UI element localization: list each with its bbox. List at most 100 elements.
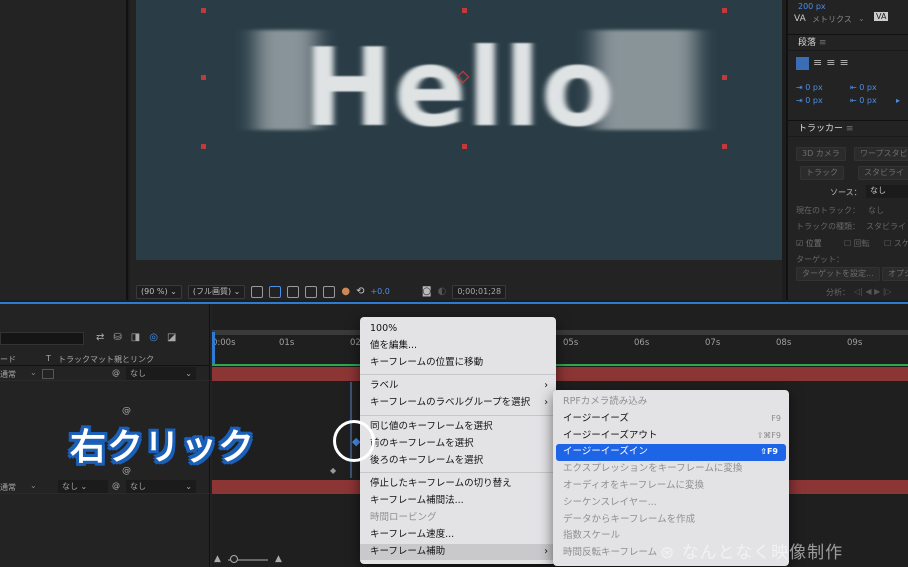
hello-text[interactable]: Hello — [303, 26, 615, 151]
color-channel-icon[interactable]: ● — [341, 286, 350, 297]
menu-item-label: オーディオをキーフレームに変換 — [563, 479, 704, 491]
menu-item: データからキーフレームを作成 — [553, 512, 789, 529]
guides-icon[interactable] — [305, 285, 318, 298]
trackmatte-header: トラックマット — [58, 355, 114, 364]
zoom-out-icon[interactable]: ▲ — [214, 554, 221, 564]
menu-item[interactable]: 停止したキーフレームの切り替え — [360, 476, 556, 493]
mask-path-icon[interactable] — [287, 285, 300, 298]
show-snapshot-icon[interactable]: ◐ — [438, 286, 447, 297]
layer2-parent-select[interactable]: なし ⌄ — [126, 480, 196, 493]
work-area-green — [212, 364, 908, 366]
layer-row-1[interactable]: 通常 ⌄ @ なし ⌄ — [0, 367, 210, 381]
leading-value[interactable]: 200 px — [798, 2, 826, 11]
layer1-bar[interactable] — [212, 367, 908, 381]
zoom-select[interactable]: (90 %) ⌄ — [136, 284, 182, 299]
scale-checkbox[interactable]: ☐ スケール — [884, 238, 908, 249]
hanging-punct-icon[interactable]: ▸ — [896, 96, 900, 105]
menu-shortcut: ⇧F9 — [760, 447, 778, 457]
stabilize-button[interactable]: スタビライ — [858, 166, 908, 180]
rotation-label: 回転 — [853, 239, 870, 248]
layer2-mode[interactable]: 通常 — [0, 482, 16, 493]
mode-header: ード — [0, 355, 16, 364]
options-button[interactable]: オプシ — [882, 267, 908, 281]
menu-item[interactable]: 同じ値のキーフレームを選択 — [360, 419, 556, 436]
current-track-value[interactable]: なし — [868, 205, 884, 216]
layer1-mode[interactable]: 通常 — [0, 369, 16, 380]
layer-row-2[interactable]: 通常 ⌄ なし ⌄ @ なし ⌄ — [0, 480, 210, 494]
position-checkbox[interactable]: ☑ 位置 — [796, 238, 822, 249]
menu-item[interactable]: 100% — [360, 321, 556, 338]
source-select[interactable]: なし — [866, 185, 908, 198]
track-type-value[interactable]: スタビライ — [866, 221, 906, 232]
align-center-icon[interactable]: ≡ — [813, 57, 822, 70]
set-target-button[interactable]: ターゲットを設定... — [796, 267, 880, 281]
highlight-circle — [333, 420, 375, 462]
paragraph-panel: 段落 ≡ ≡ ≡ ≡ ⇥ 0 px ⇤ 0 px ⇥ 0 px ⇤ 0 px ▸ — [788, 34, 908, 116]
menu-item[interactable]: キーフレーム速度... — [360, 527, 556, 544]
pickwhip-icon-2[interactable]: @ — [112, 481, 120, 490]
menu-item[interactable]: キーフレームのラベルグループを選択 › — [360, 395, 556, 412]
menu-item[interactable]: キーフレームの位置に移動 — [360, 355, 556, 372]
menu-item[interactable]: イージーイーズイン ⇧F9 — [556, 444, 786, 462]
tracker-title: トラッカー ≡ — [788, 121, 908, 137]
analyze-backward-icon[interactable]: ◁| ◀ ▶ |▷ — [854, 287, 892, 296]
menu-item[interactable]: 値を編集... — [360, 338, 556, 355]
layer2-matte-select[interactable]: なし ⌄ — [58, 480, 108, 493]
menu-item[interactable]: イージーイーズアウト ⇧⌘F9 — [553, 428, 789, 445]
exposure-reset-icon[interactable]: ⟲ — [356, 286, 364, 297]
rotation-checkbox[interactable]: ☐ 回転 — [844, 238, 870, 249]
track-button[interactable]: トラック — [800, 166, 844, 180]
zoom-in-icon[interactable]: ▲ — [275, 554, 282, 564]
transparency-grid-icon[interactable] — [269, 285, 282, 298]
justify-icon[interactable]: ≡ — [839, 57, 848, 70]
comp-flowchart-icon[interactable]: ⇄ — [96, 332, 104, 343]
region-of-interest-icon[interactable] — [251, 285, 264, 298]
layer1-parent-select[interactable]: なし ⌄ — [126, 367, 196, 380]
pickwhip-icon[interactable]: @ — [112, 368, 120, 377]
motion-blur-icon[interactable]: ◎ — [149, 332, 158, 343]
menu-item[interactable]: イージーイーズ F9 — [553, 411, 789, 428]
exposure-value[interactable]: +0.0 — [370, 287, 389, 296]
menu-item[interactable]: ラベル › — [360, 378, 556, 395]
current-time-indicator[interactable] — [212, 332, 215, 366]
menu-shortcut: ⇧⌘F9 — [756, 430, 781, 440]
menu-item[interactable]: 後ろのキーフレームを選択 — [360, 453, 556, 470]
menu-separator — [360, 414, 556, 416]
canvas-svg: Hello — [201, 8, 727, 151]
menu-item[interactable]: 前のキーフレームを選択 — [360, 436, 556, 453]
character-panel: 200 px VA メトリクス ⌄ VA — [792, 0, 908, 32]
menu-separator — [360, 472, 556, 474]
composition-canvas[interactable]: Hello — [136, 0, 782, 260]
menu-item[interactable]: キーフレーム補助 › — [360, 543, 556, 561]
kerning-value[interactable]: メトリクス — [812, 14, 852, 25]
keyframe-icon[interactable]: ◆ — [330, 466, 336, 475]
time-ruler[interactable]: 0:00s 01s 02s 03s 04s 05s 06s 07s 08s 09… — [212, 335, 908, 351]
watermark: ⊛ なんとなく映像制作 — [660, 543, 844, 563]
stopwatch-icon[interactable]: @ — [122, 406, 131, 416]
menu-item-label: キーフレーム補助 — [370, 545, 446, 557]
3d-camera-button[interactable]: 3D カメラ — [796, 147, 846, 161]
menu-item-label: ラベル — [370, 380, 399, 392]
menu-item[interactable]: キーフレーム補間法... — [360, 493, 556, 510]
align-left-icon[interactable] — [796, 57, 809, 70]
zoom-slider-handle[interactable] — [230, 555, 238, 563]
snapshot-display-icon[interactable] — [323, 285, 336, 298]
layer1-mode-dropdown-icon[interactable]: ⌄ — [30, 368, 37, 377]
indent-first[interactable]: ⇤ 0 px — [850, 83, 877, 92]
layer1-t-checkbox[interactable] — [42, 369, 54, 379]
graph-editor-icon[interactable]: ◪ — [167, 332, 176, 343]
indent-left[interactable]: ⇥ 0 px — [796, 83, 823, 92]
warp-stabilizer-button[interactable]: ワープスタビ — [854, 147, 908, 161]
resolution-select[interactable]: (フル画質) ⌄ — [187, 284, 246, 299]
timecode-display[interactable]: 0;00;01;28 — [452, 284, 507, 299]
layer2-mode-dropdown-icon[interactable]: ⌄ — [30, 481, 37, 490]
draft-3d-icon[interactable]: ⛁ — [113, 332, 121, 343]
space-after[interactable]: ⇤ 0 px — [850, 96, 877, 105]
camera-snapshot-icon[interactable]: ◙ — [422, 286, 432, 297]
align-right-icon[interactable]: ≡ — [826, 57, 835, 70]
menu-item-label: RPFカメラ読み込み — [563, 396, 648, 407]
kerning-dropdown-icon[interactable]: ⌄ — [858, 14, 865, 23]
shy-icon[interactable]: ◨ — [131, 332, 140, 343]
space-before[interactable]: ⇥ 0 px — [796, 96, 823, 105]
layer-search-input[interactable] — [0, 332, 84, 345]
